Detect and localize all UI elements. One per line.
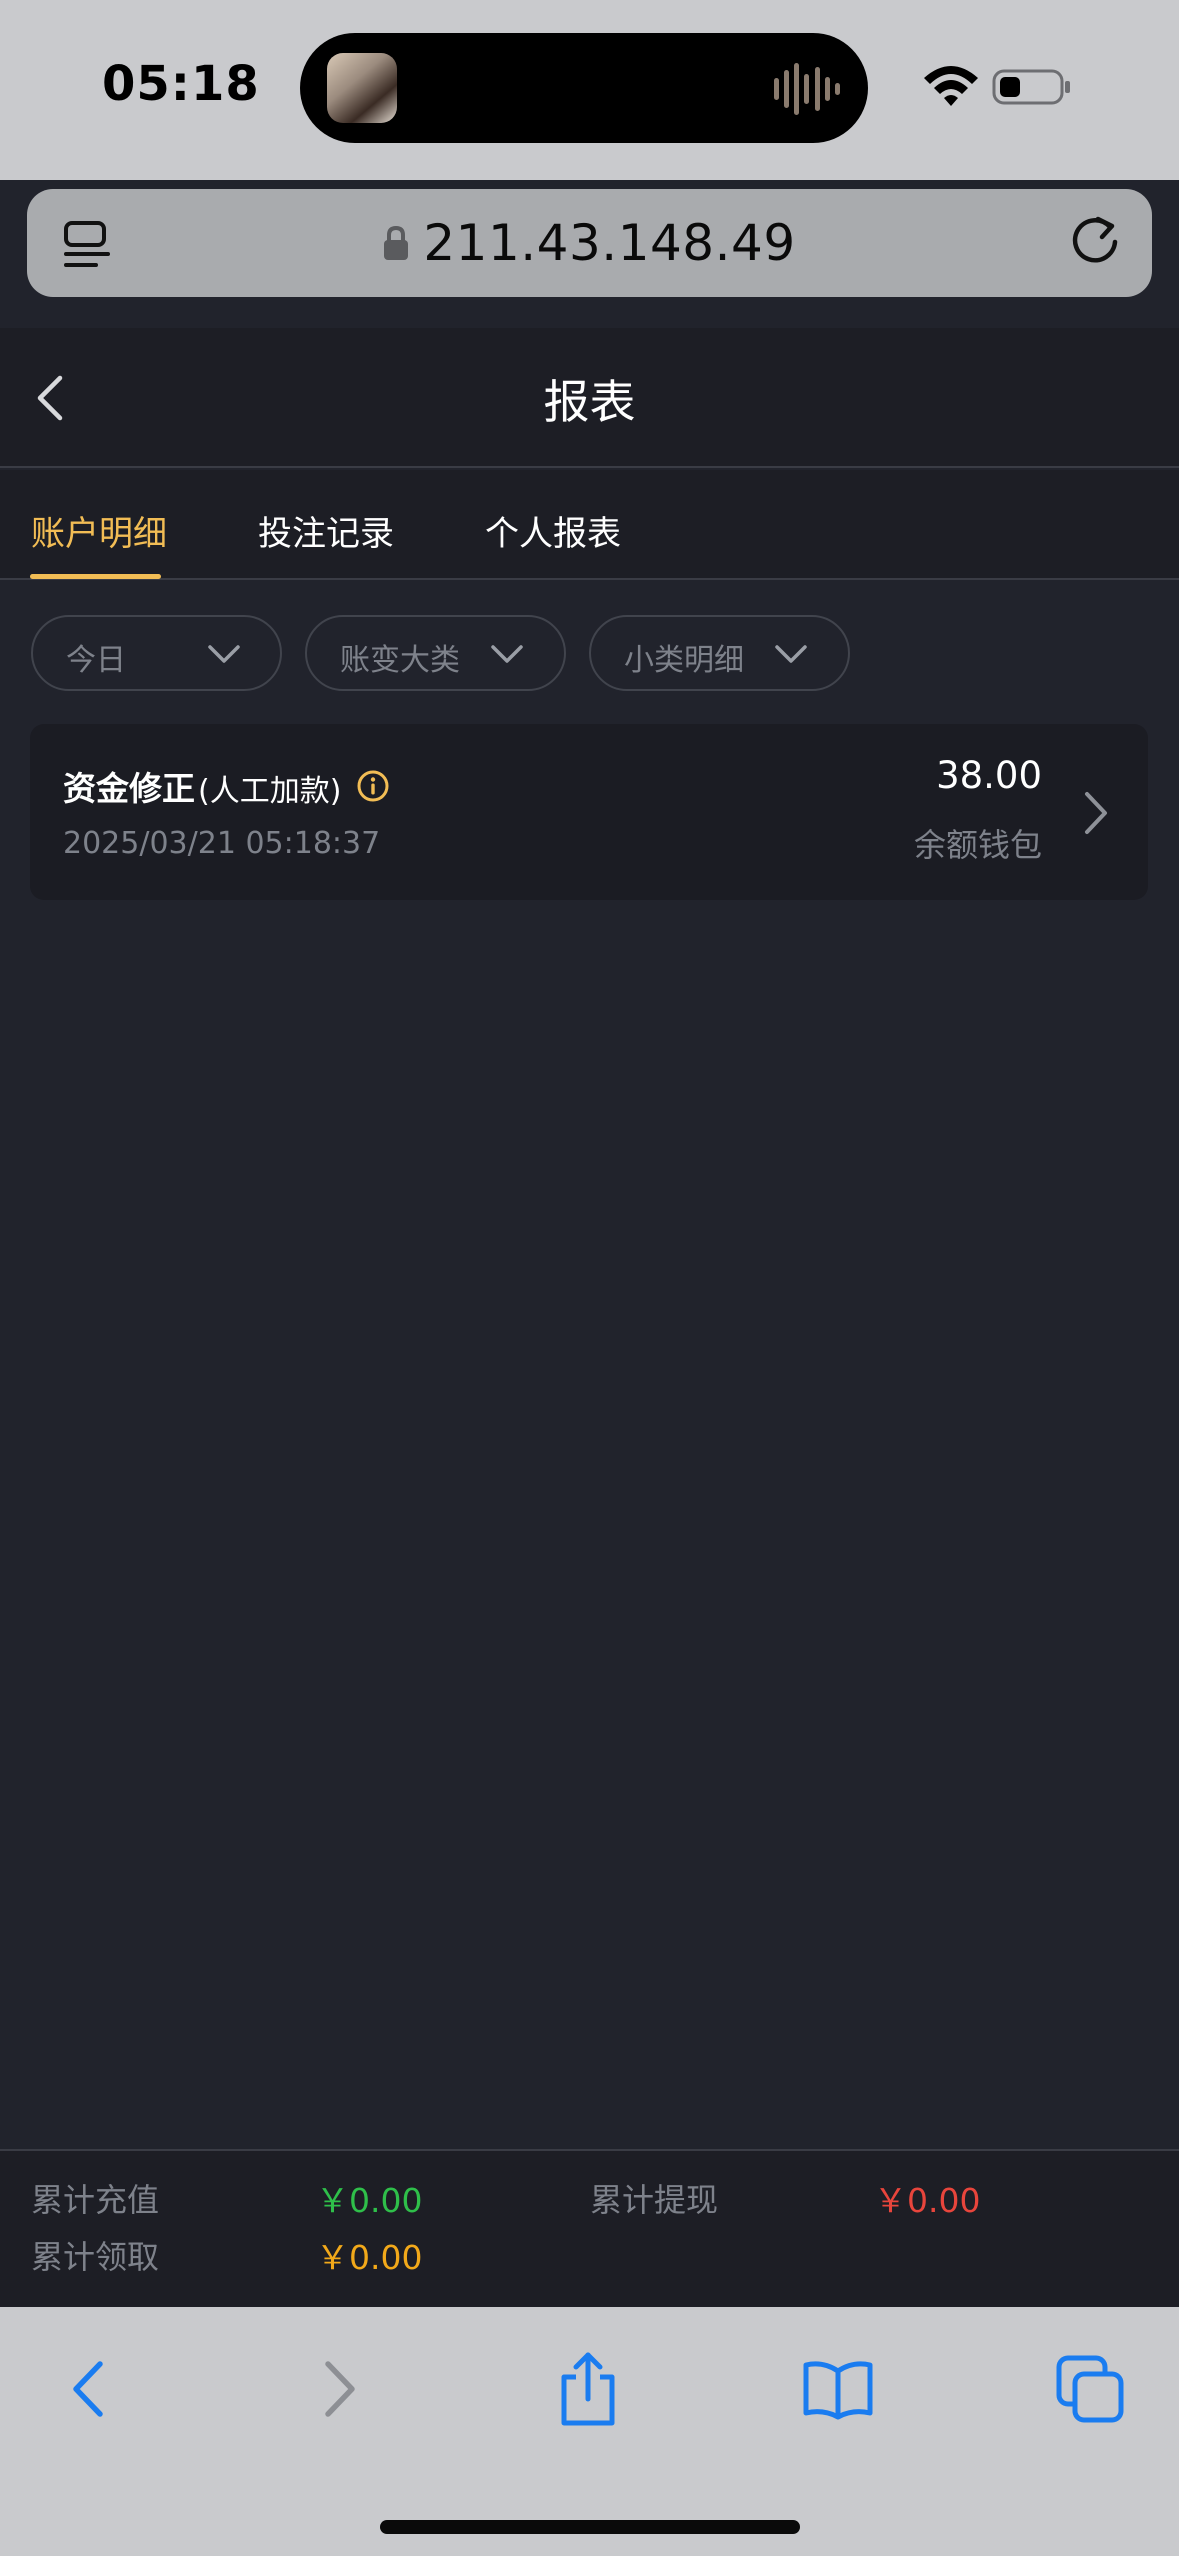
filter-date-dropdown[interactable]: 今日	[31, 615, 282, 691]
recharge-total-label: 累计充值	[31, 2181, 160, 2219]
page: 05:18 211.43.148.49 报表 账户明细 投注记录 个人报表 今日…	[0, 0, 1179, 2556]
app-header: 报表	[0, 328, 1179, 468]
withdraw-total-label: 累计提现	[590, 2181, 719, 2219]
filter-category-label: 账变大类	[340, 643, 460, 678]
chevron-right-icon	[1085, 792, 1107, 834]
browser-toolbar	[0, 2307, 1179, 2556]
status-time: 05:18	[102, 56, 260, 112]
reload-icon[interactable]	[1066, 213, 1124, 271]
back-button[interactable]	[48, 2349, 128, 2429]
chevron-down-icon	[491, 645, 523, 663]
record-item[interactable]: 资金修正 (人工加款) 2025/03/21 05:18:37 38.00 余额…	[30, 724, 1148, 900]
bookmarks-button[interactable]	[798, 2349, 878, 2429]
chevron-down-icon	[208, 645, 240, 663]
record-timestamp: 2025/03/21 05:18:37	[63, 826, 381, 861]
record-title: 资金修正	[63, 769, 195, 808]
filter-subcategory-label: 小类明细	[624, 643, 744, 678]
forward-icon	[325, 2361, 355, 2417]
info-icon[interactable]	[356, 769, 390, 803]
now-playing-artwork	[327, 53, 397, 123]
summary-panel: 累计充值 ￥0.00 累计提现 ￥0.00 累计领取 ￥0.00	[0, 2149, 1179, 2307]
recharge-total-value: ￥0.00	[316, 2181, 423, 2220]
bookmarks-icon	[803, 2361, 873, 2420]
battery-low-icon	[992, 69, 1070, 105]
tab-account-details[interactable]: 账户明细	[31, 506, 167, 555]
page-title: 报表	[543, 375, 636, 429]
share-icon	[561, 2352, 615, 2426]
url-display[interactable]: 211.43.148.49	[27, 189, 1152, 297]
tab-bet-records[interactable]: 投注记录	[258, 506, 394, 555]
home-indicator	[380, 2520, 800, 2534]
tab-bar: 账户明细 投注记录 个人报表	[0, 470, 1179, 580]
status-bar: 05:18	[0, 0, 1179, 180]
active-tab-indicator	[30, 574, 161, 579]
audio-waveform-icon	[774, 63, 840, 115]
claim-total-label: 累计领取	[31, 2238, 160, 2276]
dynamic-island[interactable]	[300, 33, 868, 143]
record-wallet: 余额钱包	[913, 826, 1042, 864]
filter-subcategory-dropdown[interactable]: 小类明细	[589, 615, 850, 691]
record-subtitle: (人工加款)	[198, 774, 342, 809]
tabs-icon	[1056, 2355, 1124, 2423]
forward-button[interactable]	[300, 2349, 380, 2429]
share-button[interactable]	[548, 2349, 628, 2429]
back-icon	[73, 2361, 103, 2417]
url-text: 211.43.148.49	[423, 214, 796, 272]
claim-total-value: ￥0.00	[316, 2238, 423, 2277]
withdraw-total-value: ￥0.00	[874, 2181, 981, 2220]
filter-category-dropdown[interactable]: 账变大类	[305, 615, 566, 691]
wifi-icon	[924, 66, 978, 106]
lock-icon	[384, 225, 409, 260]
tabs-button[interactable]	[1050, 2349, 1130, 2429]
filter-date-label: 今日	[66, 643, 126, 678]
record-amount: 38.00	[936, 754, 1042, 797]
address-bar[interactable]: 211.43.148.49	[27, 189, 1152, 297]
chevron-down-icon	[775, 645, 807, 663]
tab-personal-report[interactable]: 个人报表	[485, 506, 621, 555]
